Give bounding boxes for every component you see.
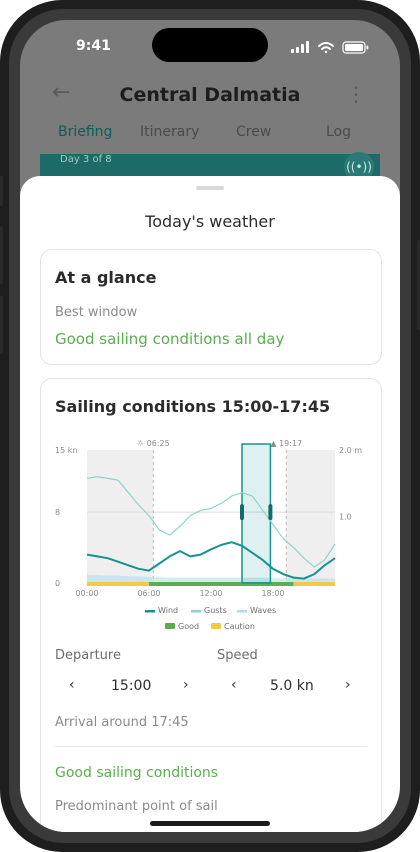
conditions-chart[interactable]: ☼ 06:25 ▲ 19:17 15 kn 8 0 2.0 m 1.0 00:00 06:00 1… (41, 433, 381, 643)
x-tick: 18:00 (261, 589, 284, 598)
y-tick-left: 15 kn (55, 446, 77, 455)
legend-swatch-caution (211, 623, 221, 629)
arrival-text: Arrival around 17:45 (55, 715, 189, 730)
day-label: Day 3 of 8 (60, 154, 112, 165)
sheet-drag-handle[interactable] (196, 186, 224, 190)
tab-log[interactable]: Log (326, 124, 351, 140)
departure-increase-icon[interactable]: › (183, 677, 189, 693)
volume-down-button (0, 296, 3, 354)
legend-label-waves: Waves (250, 606, 276, 615)
tab-itinerary[interactable]: Itinerary (140, 124, 199, 140)
weather-sheet: Today's weather At a glance Best window … (20, 176, 400, 832)
sailing-title: Sailing conditions 15:00-17:45 (55, 397, 331, 416)
legend-swatch-gusts (191, 610, 201, 613)
sunset-time: ▲ 19:17 (270, 439, 302, 448)
y-tick-left: 0 (55, 579, 60, 588)
battery-icon (342, 41, 369, 54)
status-bar: 9:41 (20, 20, 400, 70)
page-title: Central Dalmatia (119, 84, 301, 106)
x-tick: 06:00 (137, 589, 160, 598)
y-tick-left: 8 (55, 508, 60, 517)
legend-label-gusts: Gusts (204, 606, 227, 615)
mute-switch (0, 176, 3, 206)
volume-up-button (0, 226, 3, 284)
status-icons (291, 41, 369, 54)
best-window-value: Good sailing conditions all day (55, 330, 285, 348)
status-time: 9:41 (76, 38, 111, 54)
at-a-glance-card: At a glance Best window Good sailing con… (40, 249, 382, 365)
dynamic-island (152, 28, 268, 62)
home-indicator[interactable] (150, 821, 270, 826)
tab-crew[interactable]: Crew (236, 124, 271, 140)
condition-segment-2 (293, 582, 335, 586)
speed-increase-icon[interactable]: › (345, 677, 351, 693)
legend-swatch-good (165, 623, 175, 629)
speed-value: 5.0 kn (270, 678, 314, 694)
legend-swatch-wind (145, 610, 155, 613)
condition-segment-0 (87, 582, 149, 586)
sheet-title: Today's weather (145, 212, 275, 231)
best-window-label: Best window (55, 305, 138, 320)
x-tick: 00:00 (75, 589, 98, 598)
speed-label: Speed (217, 648, 258, 663)
y-tick-right: 1.0 (339, 513, 352, 522)
point-of-sail-label: Predominant point of sail (55, 799, 218, 814)
y-tick-right: 2.0 m (339, 446, 362, 455)
departure-label: Departure (55, 648, 121, 663)
conditions-summary: Good sailing conditions (55, 765, 219, 781)
legend-label-wind: Wind (158, 606, 178, 615)
speed-decrease-icon[interactable]: ‹ (231, 677, 237, 693)
legend-swatch-waves (237, 610, 247, 613)
glance-title: At a glance (55, 268, 157, 287)
wifi-icon (318, 42, 334, 54)
divider (55, 746, 367, 747)
tab-briefing[interactable]: Briefing (58, 124, 112, 140)
legend-label-good: Good (178, 622, 199, 631)
legend-label-caution: Caution (224, 622, 255, 631)
departure-decrease-icon[interactable]: ‹ (69, 677, 75, 693)
sailing-conditions-card: Sailing conditions 15:00-17:45 ☼ 06:25 ▲ … (40, 378, 382, 832)
screen: 9:41 ← Central Dalmatia ⋮ Briefing Itine… (20, 20, 400, 832)
x-tick: 12:00 (199, 589, 222, 598)
condition-segment-1 (149, 582, 294, 586)
departure-value: 15:00 (111, 678, 152, 694)
tab-bar: Briefing Itinerary Crew Log (20, 124, 400, 150)
sunrise-time: ☼ 06:25 (137, 439, 170, 448)
more-options-icon[interactable]: ⋮ (346, 82, 366, 106)
window-handle-0 (240, 504, 244, 521)
signal-icon (291, 41, 309, 53)
app-bar: ← Central Dalmatia ⋮ (20, 70, 400, 130)
window-handle-1 (268, 504, 273, 521)
